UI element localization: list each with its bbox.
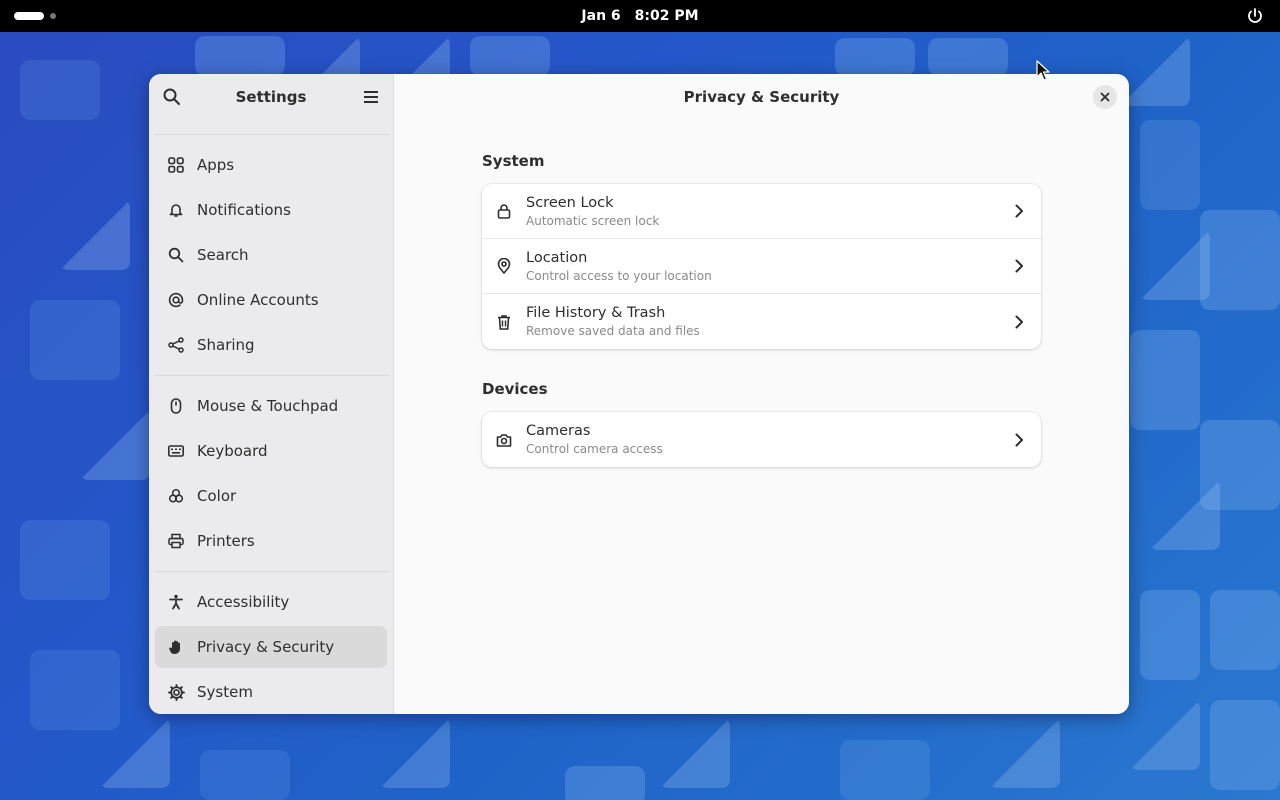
workspace-indicator (50, 13, 56, 19)
row-location[interactable]: Location Control access to your location (482, 239, 1041, 294)
sidebar-item-label: Color (197, 487, 237, 505)
clock-time: 8:02 PM (634, 8, 699, 24)
row-title: Location (526, 249, 588, 266)
sidebar-item-label: Mouse & Touchpad (197, 397, 339, 415)
row-subtitle: Control access to your location (526, 268, 712, 283)
chevron-right-icon (1015, 259, 1023, 273)
section-title-devices: Devices (482, 380, 548, 398)
row-title: File History & Trash (526, 305, 666, 321)
clock-button[interactable]: Jan 6 8:02 PM (581, 8, 698, 24)
lock-icon (497, 204, 511, 219)
system-settings-list: Screen Lock Automatic screen lock Locati… (482, 184, 1041, 349)
sidebar-item-keyboard[interactable]: Keyboard (155, 430, 387, 472)
bell-icon (167, 201, 185, 219)
sidebar-title: Settings (235, 88, 307, 106)
camera-icon (496, 433, 512, 447)
sidebar-group: Accessibility Privacy & Security System (149, 572, 393, 714)
search-icon (167, 246, 185, 264)
sidebar-item-online-accounts[interactable]: Online Accounts (155, 279, 387, 321)
sidebar-item-mouse-touchpad[interactable]: Mouse & Touchpad (155, 385, 387, 427)
accessibility-icon (167, 593, 185, 611)
sidebar-item-label: Sharing (197, 336, 255, 354)
page-title: Privacy & Security (683, 88, 840, 106)
content-header: Privacy & Security (394, 74, 1129, 120)
close-button[interactable] (1093, 85, 1117, 109)
chevron-right-icon (1015, 315, 1023, 328)
sidebar-item-color[interactable]: Color (155, 475, 387, 517)
mouse-pointer (1036, 60, 1050, 81)
clock-date: Jan 6 (581, 8, 621, 24)
sidebar-item-notifications[interactable]: Notifications (155, 189, 387, 231)
settings-window: Settings Apps Notifications Search Onlin… (149, 74, 1129, 714)
printer-icon (167, 532, 185, 550)
gear-icon (167, 683, 185, 701)
sidebar-item-privacy-security[interactable]: Privacy & Security (155, 626, 387, 668)
sidebar-item-system[interactable]: System (155, 671, 387, 713)
workspace-indicator-active (14, 12, 44, 20)
row-title: Cameras (526, 423, 591, 439)
hand-icon (167, 638, 185, 656)
color-icon (167, 487, 185, 505)
apps-grid-icon (167, 156, 185, 174)
search-icon[interactable] (162, 87, 182, 107)
sidebar-item-label: Keyboard (197, 442, 268, 460)
row-screen-lock[interactable]: Screen Lock Automatic screen lock (482, 184, 1041, 239)
sidebar-item-label: System (197, 683, 253, 701)
sidebar-item-search[interactable]: Search (155, 234, 387, 276)
row-file-history-trash[interactable]: File History & Trash Remove saved data a… (482, 294, 1041, 349)
devices-settings-list: Cameras Control camera access (482, 412, 1041, 467)
sidebar-item-label: Online Accounts (197, 291, 319, 309)
chevron-right-icon (1015, 433, 1023, 446)
sidebar: Settings Apps Notifications Search Onlin… (149, 74, 394, 714)
keyboard-icon (167, 442, 185, 460)
sidebar-item-label: Apps (197, 156, 235, 174)
row-subtitle: Remove saved data and files (526, 324, 700, 338)
sidebar-item-label: Accessibility (197, 593, 290, 611)
sidebar-item-accessibility[interactable]: Accessibility (155, 581, 387, 623)
sidebar-item-apps[interactable]: Apps (155, 144, 387, 186)
at-sign-icon (167, 291, 185, 309)
chevron-right-icon (1015, 204, 1023, 218)
sidebar-item-label: Privacy & Security (197, 638, 335, 656)
sidebar-item-label: Printers (197, 532, 255, 550)
trash-icon (498, 314, 510, 330)
share-icon (167, 336, 185, 354)
location-pin-icon (497, 258, 511, 274)
section-title-system: System (482, 152, 545, 170)
sidebar-item-label: Notifications (197, 201, 291, 219)
sidebar-item-printers[interactable]: Printers (155, 520, 387, 562)
sidebar-item-label: Search (197, 246, 249, 264)
hamburger-menu-icon[interactable] (361, 87, 381, 107)
row-subtitle: Control camera access (526, 442, 663, 456)
activities-button[interactable] (14, 12, 56, 20)
sidebar-group: Apps Notifications Search Online Account… (149, 135, 393, 375)
main-content: Privacy & Security System Screen Lock Au… (394, 74, 1129, 714)
row-subtitle: Automatic screen lock (526, 213, 660, 228)
sidebar-item-sharing[interactable]: Sharing (155, 324, 387, 366)
top-bar: Jan 6 8:02 PM (0, 0, 1280, 32)
mouse-icon (167, 397, 185, 415)
close-icon (1100, 92, 1110, 102)
power-icon[interactable] (1246, 7, 1264, 25)
sidebar-header: Settings (149, 74, 393, 120)
sidebar-group: Mouse & Touchpad Keyboard Color Printers (149, 376, 393, 571)
row-cameras[interactable]: Cameras Control camera access (482, 412, 1041, 467)
row-title: Screen Lock (526, 194, 614, 211)
